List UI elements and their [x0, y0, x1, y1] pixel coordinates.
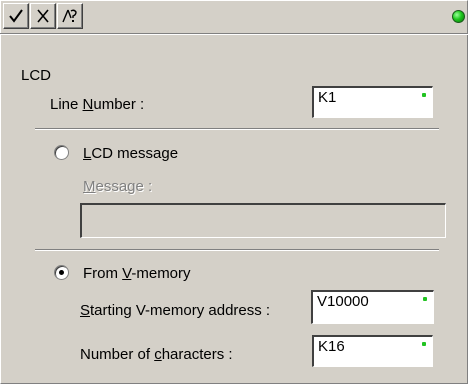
num-chars-label: Number of characters : [80, 346, 233, 363]
help-button[interactable] [57, 3, 83, 29]
section-title: LCD [21, 67, 52, 84]
accept-button[interactable] [3, 3, 29, 29]
status-indicator-icon [452, 10, 465, 23]
line-number-input[interactable]: K1 [312, 86, 433, 118]
group-divider-bottom [35, 249, 439, 251]
toolbar-divider [0, 33, 468, 35]
message-label: Message : [83, 178, 153, 195]
group-divider-top [35, 128, 439, 130]
field-indicator-icon [422, 342, 426, 346]
help-icon [62, 9, 77, 23]
lcd-message-radio[interactable] [54, 145, 69, 160]
start-address-input[interactable]: V10000 [311, 290, 434, 324]
close-icon [37, 9, 49, 23]
num-chars-input[interactable]: K16 [312, 335, 433, 367]
line-number-label: Line Number : [50, 96, 145, 113]
field-indicator-icon [423, 297, 427, 301]
cancel-button[interactable] [30, 3, 56, 29]
start-address-label: Starting V-memory address : [80, 302, 271, 319]
check-icon [9, 9, 23, 23]
vmemory-label: From V-memory [83, 265, 191, 282]
message-input[interactable] [80, 203, 446, 238]
toolbar [3, 3, 84, 31]
lcd-message-label: LCD message [83, 145, 179, 162]
vmemory-radio[interactable] [54, 265, 69, 280]
field-indicator-icon [422, 93, 426, 97]
dialog-frame [0, 0, 468, 384]
